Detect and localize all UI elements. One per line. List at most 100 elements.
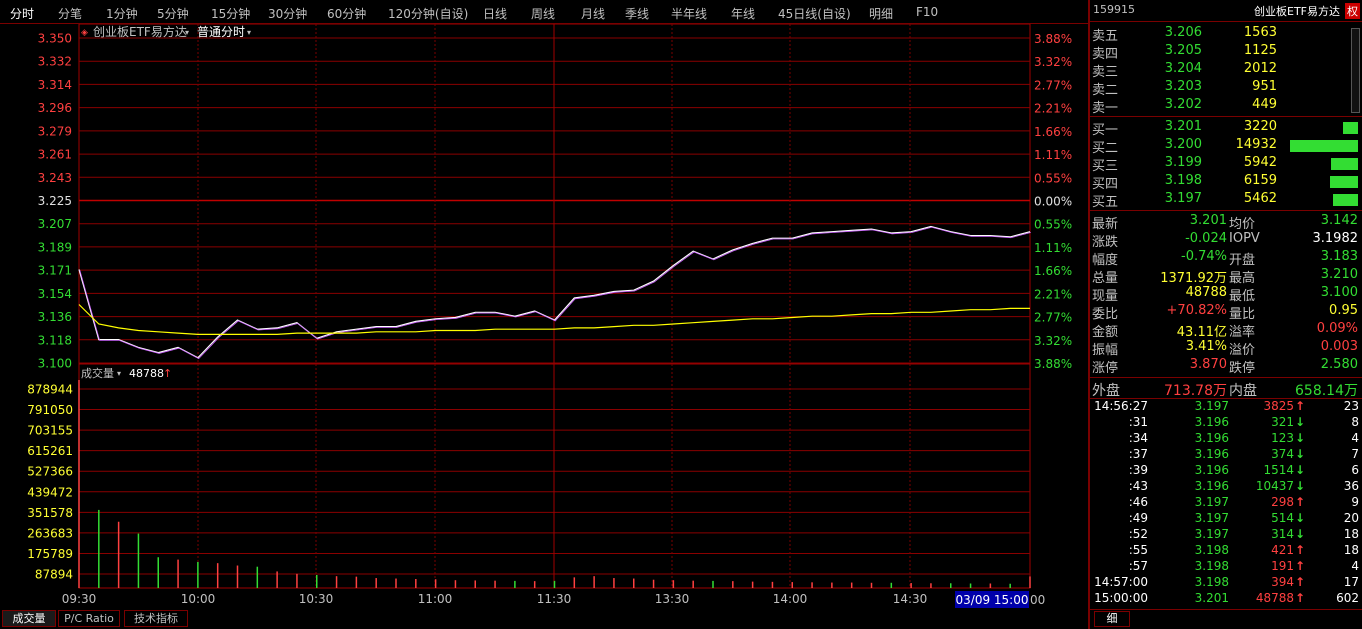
pct-tick-label: 1.11% xyxy=(1034,241,1072,255)
trade-tick-row: 14:57:00 3.198 394 ↑ 17 xyxy=(1090,575,1362,591)
time-tick-label: 10:30 xyxy=(299,592,334,606)
volume-tick-label: 87894 xyxy=(35,568,73,582)
dropdown-icon[interactable]: ▾ xyxy=(247,28,251,37)
volume-tick-label: 527366 xyxy=(27,465,73,479)
tab-8[interactable]: 日线 xyxy=(483,5,507,22)
stat-label: 最新 xyxy=(1092,217,1119,232)
tick-price: 3.197 xyxy=(1194,399,1229,413)
volume-label[interactable]: 成交量 xyxy=(81,366,114,380)
stat-value: 3.201 xyxy=(1189,213,1227,228)
tab-13[interactable]: 年线 xyxy=(731,5,755,22)
bid-volume: 5462 xyxy=(1243,191,1277,206)
tick-count: 20 xyxy=(1343,511,1359,525)
stat-label: 最低 xyxy=(1229,289,1256,304)
ask-price: 3.202 xyxy=(1164,97,1202,112)
ask-price: 3.204 xyxy=(1164,61,1202,76)
bottom-tab-0[interactable]: 成交量 xyxy=(2,610,56,627)
tab-10[interactable]: 月线 xyxy=(581,5,605,22)
stat-value: 1371.92万 xyxy=(1160,271,1227,286)
tick-price: 3.196 xyxy=(1194,415,1229,429)
trade-tick-row: :55 3.198 421 ↑ 18 xyxy=(1090,543,1362,559)
tick-count: 6 xyxy=(1351,463,1359,477)
detail-tab[interactable]: 细 xyxy=(1094,611,1130,627)
price-tick-label: 3.136 xyxy=(38,310,72,324)
tab-9[interactable]: 周线 xyxy=(531,5,555,22)
outer-value: 713.78万 xyxy=(1164,383,1227,399)
tick-time: :31 xyxy=(1128,415,1148,429)
stat-value: 2.580 xyxy=(1320,357,1358,372)
dropdown-icon[interactable]: ▾ xyxy=(117,369,121,378)
price-tick-label: 3.118 xyxy=(38,333,72,347)
bottom-tab-1[interactable]: P/C Ratio xyxy=(58,610,120,627)
tab-15[interactable]: 明细 xyxy=(869,5,893,22)
price-tick-label: 3.207 xyxy=(38,217,72,231)
tab-7[interactable]: 120分钟(自设) xyxy=(388,5,468,22)
bid-price: 3.198 xyxy=(1164,173,1202,188)
ask-label: 卖二 xyxy=(1092,83,1119,98)
period-tab-bar: 分时 分笔 1分钟 5分钟 15分钟 30分钟 60分钟 120分钟(自设) 日线 周线 月线 季线 半… xyxy=(0,0,1088,24)
mode-label[interactable]: 普通分时 xyxy=(197,25,245,39)
tab-3[interactable]: 5分钟 xyxy=(157,5,189,22)
tab-11[interactable]: 季线 xyxy=(625,5,649,22)
tick-volume: 394 xyxy=(1271,575,1294,589)
quote-header: 159915 创业板ETF易方达权 xyxy=(1090,3,1362,21)
tick-volume: 321 xyxy=(1271,415,1294,429)
intraday-chart[interactable]: 3.350 3.88% 3.332 3.32% 3.314 2.77% 3.296 2.21%… xyxy=(0,24,1088,609)
stat-label: 幅度 xyxy=(1092,253,1119,268)
time-tick-label: 13:30 xyxy=(655,592,690,606)
tab-14[interactable]: 45日线(自设) xyxy=(778,5,851,22)
bid-volume-bar xyxy=(1343,122,1358,134)
inner-value: 658.14万 xyxy=(1295,383,1358,399)
price-tick-label: 3.171 xyxy=(38,264,72,278)
price-tick-label: 3.332 xyxy=(38,55,72,69)
tick-price: 3.196 xyxy=(1194,479,1229,493)
tick-count: 4 xyxy=(1351,559,1359,573)
quote-panel: 159915 创业板ETF易方达权卖五 3.206 1563 卖四 3.205 1125 卖三… xyxy=(1088,0,1362,629)
stat-row: 涨停 3.870 跌停 2.580 xyxy=(1090,357,1362,376)
tab-1[interactable]: 分笔 xyxy=(58,5,82,22)
stat-label: 量比 xyxy=(1229,307,1256,322)
ask-price: 3.205 xyxy=(1164,43,1202,58)
tab-4[interactable]: 15分钟 xyxy=(211,5,250,22)
tick-time: :43 xyxy=(1128,479,1148,493)
tick-price: 3.196 xyxy=(1194,463,1229,477)
stat-label: IOPV xyxy=(1229,231,1260,246)
tick-time: :57 xyxy=(1128,559,1148,573)
bid-volume: 5942 xyxy=(1243,155,1277,170)
end-time-label: 00 xyxy=(1030,593,1045,607)
up-arrow-icon: ↑ xyxy=(1294,543,1305,557)
tab-0[interactable]: 分时 xyxy=(10,5,34,22)
bid-label: 买五 xyxy=(1092,195,1119,210)
separator xyxy=(1090,210,1362,211)
separator xyxy=(1090,609,1362,610)
tick-price: 3.197 xyxy=(1194,511,1229,525)
bottom-tab-2[interactable]: 技术指标 xyxy=(124,610,188,627)
tick-volume: 514 xyxy=(1271,511,1294,525)
stat-label: 溢率 xyxy=(1229,325,1256,340)
dropdown-icon[interactable]: ▾ xyxy=(185,28,189,37)
tick-volume: 421 xyxy=(1271,543,1294,557)
bid-row: 买五 3.197 5462 xyxy=(1090,191,1362,210)
tick-time: :37 xyxy=(1128,447,1148,461)
bid-volume: 3220 xyxy=(1243,119,1277,134)
outer-inner-row: 外盘 713.78万 内盘 658.14万 xyxy=(1090,380,1362,399)
down-arrow-icon: ↓ xyxy=(1294,431,1305,445)
trade-tick-row: :39 3.196 1514 ↓ 6 xyxy=(1090,463,1362,479)
down-arrow-icon: ↓ xyxy=(1294,415,1305,429)
ask-volume: 449 xyxy=(1252,97,1277,112)
tick-time: 15:00:00 xyxy=(1094,591,1148,605)
bid-volume: 14932 xyxy=(1235,137,1277,152)
pct-tick-label: 0.00% xyxy=(1034,195,1072,209)
pct-tick-label: 1.11% xyxy=(1034,148,1072,162)
tab-5[interactable]: 30分钟 xyxy=(268,5,307,22)
tab-12[interactable]: 半年线 xyxy=(671,5,707,22)
tab-2[interactable]: 1分钟 xyxy=(106,5,138,22)
tick-price: 3.196 xyxy=(1194,431,1229,445)
instrument-label[interactable]: 创业板ETF易方达 xyxy=(93,24,187,39)
rights-badge[interactable]: 权 xyxy=(1345,3,1360,19)
tab-16[interactable]: F10 xyxy=(916,5,938,19)
tab-6[interactable]: 60分钟 xyxy=(327,5,366,22)
trade-tick-row: :57 3.198 191 ↑ 4 xyxy=(1090,559,1362,575)
ask-label: 卖三 xyxy=(1092,65,1119,80)
volume-tick-label: 703155 xyxy=(27,424,73,438)
